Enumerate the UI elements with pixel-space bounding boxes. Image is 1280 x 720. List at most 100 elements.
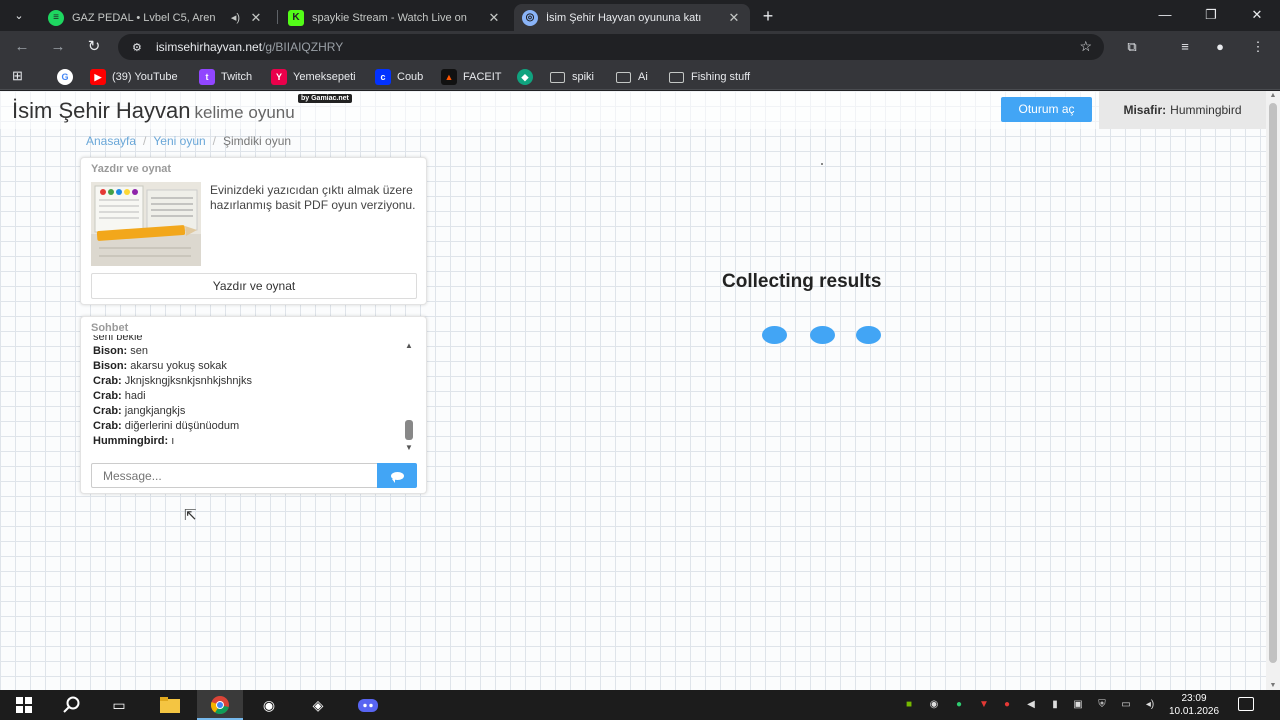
chrome-icon[interactable] bbox=[208, 694, 232, 716]
speaker-icon[interactable]: ◂) bbox=[231, 11, 240, 24]
back-button[interactable]: ← bbox=[11, 36, 33, 58]
search-icon[interactable] bbox=[60, 694, 84, 716]
breadcrumb-separator: / bbox=[143, 134, 147, 148]
chat-send-button[interactable] bbox=[377, 463, 417, 488]
close-icon[interactable]: ✕ bbox=[248, 10, 264, 26]
tab-search-icon[interactable]: ⌄ bbox=[10, 7, 28, 25]
login-button[interactable]: Oturum aç bbox=[1001, 97, 1092, 122]
page-scrollbar-thumb[interactable] bbox=[1269, 103, 1277, 663]
coub-icon: c bbox=[375, 69, 391, 85]
volume-icon[interactable]: ◂) bbox=[1143, 698, 1157, 712]
guest-user[interactable]: Misafir: Hummingbird bbox=[1099, 91, 1266, 129]
chat-user: Crab: bbox=[93, 420, 122, 432]
chat-message-partial: seni bekle bbox=[93, 335, 143, 343]
print-and-play-button[interactable]: Yazdır ve oynat bbox=[91, 273, 417, 299]
chat-message-input[interactable] bbox=[91, 463, 378, 488]
chat-log[interactable]: seni bekle Bison: sen Bison: akarsu yoku… bbox=[93, 335, 393, 455]
network-icon[interactable]: ▭ bbox=[1119, 698, 1133, 712]
yemeksepeti-icon: Y bbox=[271, 69, 287, 85]
loading-dot bbox=[762, 326, 787, 344]
chat-text: sen bbox=[130, 345, 149, 357]
bookmark-yemeksepeti[interactable]: Y Yemeksepeti bbox=[271, 68, 356, 86]
scroll-down-icon[interactable]: ▼ bbox=[1269, 682, 1277, 689]
scroll-up-icon[interactable]: ▲ bbox=[405, 341, 413, 350]
page-scrollbar[interactable]: ▲ ▼ bbox=[1266, 91, 1280, 690]
app-tray-icon[interactable]: ▼ bbox=[977, 698, 991, 712]
site-logo[interactable]: İsim Şehir Hayvan kelime oyunu bbox=[12, 98, 295, 124]
media-controls-icon[interactable]: ≡ bbox=[1175, 37, 1195, 57]
google-icon: G bbox=[57, 69, 73, 85]
url-path: /g/BIIAIQZHRY bbox=[262, 40, 344, 54]
app-tray-icon[interactable]: ● bbox=[1000, 698, 1014, 712]
chat-panel-title: Sohbet bbox=[91, 322, 129, 334]
globe-icon: ◎ bbox=[522, 9, 538, 26]
close-icon[interactable]: ✕ bbox=[726, 10, 742, 26]
bookmark-twitch[interactable]: t Twitch bbox=[199, 68, 252, 86]
profile-avatar-icon[interactable]: ● bbox=[1210, 37, 1230, 57]
nvidia-tray-icon[interactable]: ■ bbox=[902, 698, 916, 712]
scroll-down-icon[interactable]: ▼ bbox=[405, 443, 413, 452]
folder-icon bbox=[669, 71, 684, 83]
forward-button[interactable]: → bbox=[47, 36, 69, 58]
breadcrumb-separator: / bbox=[212, 134, 217, 148]
extensions-icon[interactable]: ⧉ bbox=[1122, 37, 1142, 57]
task-view-icon[interactable]: ▭ bbox=[107, 694, 131, 716]
discord-icon[interactable] bbox=[356, 694, 380, 716]
apps-grid-icon[interactable]: ⊞ bbox=[12, 68, 28, 84]
bookmark-faceit[interactable]: ▲ FACEIT bbox=[441, 68, 502, 86]
chat-user: Crab: bbox=[93, 405, 122, 417]
vpn-app-icon[interactable]: ◈ bbox=[306, 694, 330, 716]
app-tray-icon[interactable]: ◀ bbox=[1024, 698, 1038, 712]
bookmark-label: FACEIT bbox=[463, 71, 502, 83]
system-clock[interactable]: 23:09 10.01.2026 bbox=[1164, 692, 1224, 718]
bookmark-folder-spiki[interactable]: spiki bbox=[550, 68, 594, 86]
file-explorer-icon[interactable] bbox=[158, 694, 182, 716]
window-tray-icon[interactable]: ▣ bbox=[1071, 698, 1085, 712]
tab-spotify[interactable]: ≡ GAZ PEDAL • Lvbel C5, Aren ◂) ✕ bbox=[40, 4, 272, 31]
tab-title: spaykie Stream - Watch Live on bbox=[312, 11, 467, 24]
bookmark-folder-fishing[interactable]: Fishing stuff bbox=[669, 68, 750, 86]
chat-user: Bison: bbox=[93, 360, 128, 372]
windows-logo bbox=[16, 697, 32, 713]
print-preview-illustration bbox=[91, 182, 201, 266]
bookmark-coub[interactable]: c Coub bbox=[375, 68, 423, 86]
notification-center-icon[interactable] bbox=[1238, 697, 1254, 711]
security-tray-icon[interactable]: ⛨ bbox=[1095, 698, 1109, 712]
bookmark-folder-ai[interactable]: Ai bbox=[616, 68, 648, 86]
minimize-button[interactable]: — bbox=[1150, 5, 1180, 25]
chat-panel: Sohbet seni bekle Bison: sen Bison: akar… bbox=[80, 316, 427, 494]
guest-label: Misafir: bbox=[1123, 103, 1167, 117]
address-bar[interactable]: ⚙ isimsehirhayvan.net/g/BIIAIQZHRY ☆ bbox=[118, 34, 1104, 60]
logo-badge: by Gamiac.net bbox=[298, 94, 352, 103]
microphone-icon[interactable]: ▮ bbox=[1048, 698, 1062, 712]
site-settings-icon[interactable]: ⚙ bbox=[132, 41, 146, 54]
app-tray-icon[interactable]: ● bbox=[952, 698, 966, 712]
close-icon[interactable]: ✕ bbox=[486, 10, 502, 26]
chat-scrollbar[interactable]: ▲ ▼ bbox=[403, 341, 415, 453]
bookmark-youtube[interactable]: ▶ (39) YouTube bbox=[90, 68, 178, 86]
clock-time: 23:09 bbox=[1181, 693, 1207, 704]
breadcrumb-new-game[interactable]: Yeni oyun bbox=[153, 134, 205, 148]
steelseries-icon[interactable]: ◉ bbox=[257, 694, 281, 716]
tab-kick[interactable]: K spaykie Stream - Watch Live on ✕ bbox=[280, 4, 510, 31]
breadcrumb-home[interactable]: Anasayfa bbox=[86, 134, 136, 148]
restore-button[interactable]: ❐ bbox=[1196, 5, 1226, 25]
close-window-button[interactable]: ✕ bbox=[1242, 5, 1272, 25]
chat-user: Crab: bbox=[93, 375, 122, 387]
steelseries-tray-icon[interactable]: ◉ bbox=[927, 698, 941, 712]
reload-button[interactable]: ↻ bbox=[83, 36, 105, 58]
print-description: Evinizdeki yazıcıdan çıktı almak üzere h… bbox=[210, 183, 416, 212]
bookmark-star-icon[interactable]: ☆ bbox=[1079, 38, 1092, 55]
guest-name: Hummingbird bbox=[1170, 103, 1242, 117]
chrome-glyph bbox=[211, 696, 229, 714]
tab-isimsehirhayvan[interactable]: ◎ İsim Şehir Hayvan oyununa katı ✕ bbox=[514, 4, 750, 31]
breadcrumb: Anasayfa / Yeni oyun / Şimdiki oyun bbox=[86, 134, 291, 148]
bookmark-google[interactable]: G bbox=[57, 68, 79, 86]
bookmark-shield[interactable]: ◆ bbox=[517, 68, 539, 86]
search-glyph bbox=[63, 696, 80, 713]
new-tab-button[interactable]: + bbox=[757, 5, 779, 27]
scroll-up-icon[interactable]: ▲ bbox=[1269, 92, 1277, 99]
menu-kebab-icon[interactable]: ⋮ bbox=[1248, 37, 1268, 57]
chat-scrollbar-thumb[interactable] bbox=[405, 420, 413, 440]
windows-start-icon[interactable] bbox=[12, 694, 36, 716]
